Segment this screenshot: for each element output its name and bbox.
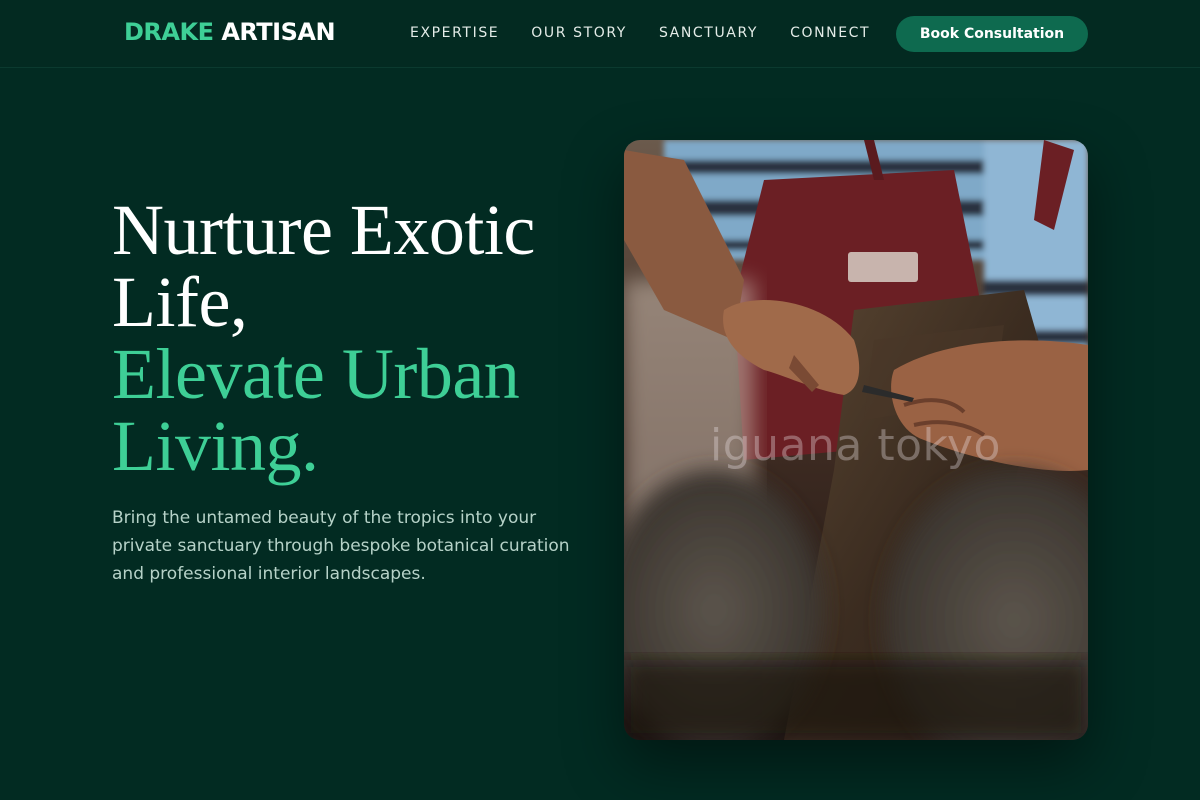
hero-image: iguana tokyo: [624, 140, 1088, 740]
hero-title-line2: Life,: [112, 262, 248, 342]
nav-link-our-story[interactable]: OUR STORY: [531, 25, 627, 41]
brand-logo[interactable]: DRAKE ARTISAN: [124, 18, 336, 46]
nav-link-expertise[interactable]: EXPERTISE: [410, 25, 499, 41]
hero-title-line4: Living.: [112, 406, 319, 486]
book-consultation-button[interactable]: Book Consultation: [896, 16, 1088, 52]
brand-part1: DRAKE: [124, 18, 214, 46]
brand-part2: ARTISAN: [221, 18, 336, 46]
hero-title-line3: Elevate Urban: [112, 334, 520, 414]
nav-link-sanctuary[interactable]: SANCTUARY: [659, 25, 758, 41]
image-watermark: iguana tokyo: [710, 420, 1001, 471]
hero-title: Nurture Exotic Life, Elevate Urban Livin…: [112, 194, 592, 482]
hero-subtitle: Bring the untamed beauty of the tropics …: [112, 508, 570, 584]
hero-title-line1: Nurture Exotic: [112, 190, 535, 270]
nav-links: EXPERTISE OUR STORY SANCTUARY CONNECT: [410, 25, 902, 41]
nav-link-connect[interactable]: CONNECT: [790, 25, 870, 41]
navbar: DRAKE ARTISAN EXPERTISE OUR STORY SANCTU…: [0, 0, 1200, 68]
